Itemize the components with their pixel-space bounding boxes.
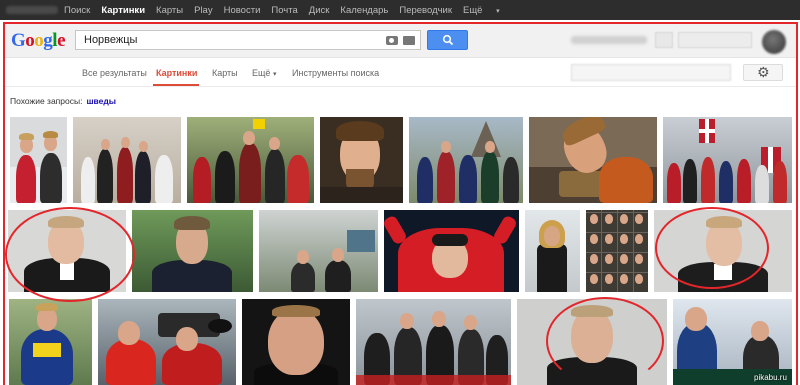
- top-nav-search[interactable]: Поиск: [64, 5, 90, 16]
- image-result[interactable]: [9, 299, 92, 385]
- related-searches: Похожие запросы: шведы: [10, 96, 116, 106]
- active-tab-indicator: [153, 84, 199, 86]
- image-result[interactable]: [98, 299, 236, 385]
- image-result[interactable]: [586, 210, 648, 292]
- image-result[interactable]: [320, 117, 403, 203]
- gear-icon: ⚙: [757, 64, 770, 80]
- tab-more[interactable]: Ещё ▾: [252, 68, 276, 78]
- image-result[interactable]: [529, 117, 657, 203]
- top-nav-play[interactable]: Play: [194, 5, 212, 16]
- logo-letter: e: [57, 30, 65, 51]
- blurred-notification-button[interactable]: [655, 32, 673, 48]
- chevron-down-icon: ▾: [496, 7, 500, 15]
- logo-letter: G: [11, 30, 26, 51]
- image-result[interactable]: [525, 210, 580, 292]
- image-result[interactable]: [384, 210, 519, 292]
- blurred-account-name: [571, 36, 647, 44]
- keyboard-icon[interactable]: [403, 36, 415, 45]
- google-logo[interactable]: Google: [11, 30, 65, 52]
- top-nav-links: Поиск Картинки Карты Play Новости Почта …: [64, 5, 511, 16]
- related-search-link[interactable]: шведы: [86, 96, 116, 106]
- top-nav-images[interactable]: Картинки: [101, 5, 145, 16]
- top-nav-bar: Поиск Картинки Карты Play Новости Почта …: [0, 0, 800, 20]
- search-query-text: Норвежцы: [84, 34, 138, 46]
- top-nav-news[interactable]: Новости: [224, 5, 261, 16]
- top-nav-drive[interactable]: Диск: [309, 5, 330, 16]
- chevron-down-icon: ▾: [272, 71, 277, 78]
- logo-letter: g: [43, 30, 53, 51]
- image-result[interactable]: [663, 117, 792, 203]
- search-icon: [442, 34, 454, 46]
- image-result[interactable]: [259, 210, 378, 292]
- avatar[interactable]: [762, 30, 786, 54]
- image-result[interactable]: [8, 210, 126, 292]
- settings-button[interactable]: ⚙: [743, 64, 783, 81]
- top-nav-mail[interactable]: Почта: [271, 5, 297, 16]
- image-result[interactable]: [356, 299, 511, 385]
- tab-all-results[interactable]: Все результаты: [82, 68, 147, 78]
- tab-images[interactable]: Картинки: [156, 68, 197, 78]
- image-result[interactable]: [10, 117, 67, 203]
- top-nav-more-label: Ещё: [463, 4, 483, 16]
- page-root: Поиск Картинки Карты Play Новости Почта …: [0, 0, 800, 385]
- tab-maps[interactable]: Карты: [212, 68, 238, 78]
- top-nav-translate[interactable]: Переводчик: [399, 5, 452, 16]
- blurred-safesearch-control[interactable]: [571, 64, 731, 81]
- search-input[interactable]: Норвежцы: [75, 30, 421, 50]
- image-result[interactable]: [187, 117, 314, 203]
- search-tabs: Все результаты Картинки Карты Ещё ▾ Инст…: [5, 59, 796, 87]
- blurred-username: [6, 6, 58, 14]
- top-nav-calendar[interactable]: Календарь: [340, 5, 388, 16]
- image-result[interactable]: [517, 299, 667, 385]
- blurred-share-button[interactable]: [678, 32, 752, 48]
- search-button[interactable]: [427, 30, 468, 50]
- camera-icon[interactable]: [386, 36, 398, 45]
- tab-search-tools[interactable]: Инструменты поиска: [292, 68, 379, 78]
- logo-letter: o: [34, 30, 44, 51]
- search-header: Google Норвежцы: [5, 24, 796, 58]
- top-nav-more[interactable]: Ещё ▾: [463, 5, 500, 16]
- watermark: pikabu.ru: [754, 373, 787, 382]
- top-nav-maps[interactable]: Карты: [156, 5, 183, 16]
- related-searches-label: Похожие запросы:: [10, 96, 83, 106]
- tab-more-label: Ещё: [252, 68, 271, 78]
- image-result[interactable]: [242, 299, 350, 385]
- image-result[interactable]: [409, 117, 523, 203]
- image-result[interactable]: [132, 210, 253, 292]
- image-result[interactable]: [654, 210, 792, 292]
- image-result[interactable]: [73, 117, 181, 203]
- logo-letter: o: [25, 30, 35, 51]
